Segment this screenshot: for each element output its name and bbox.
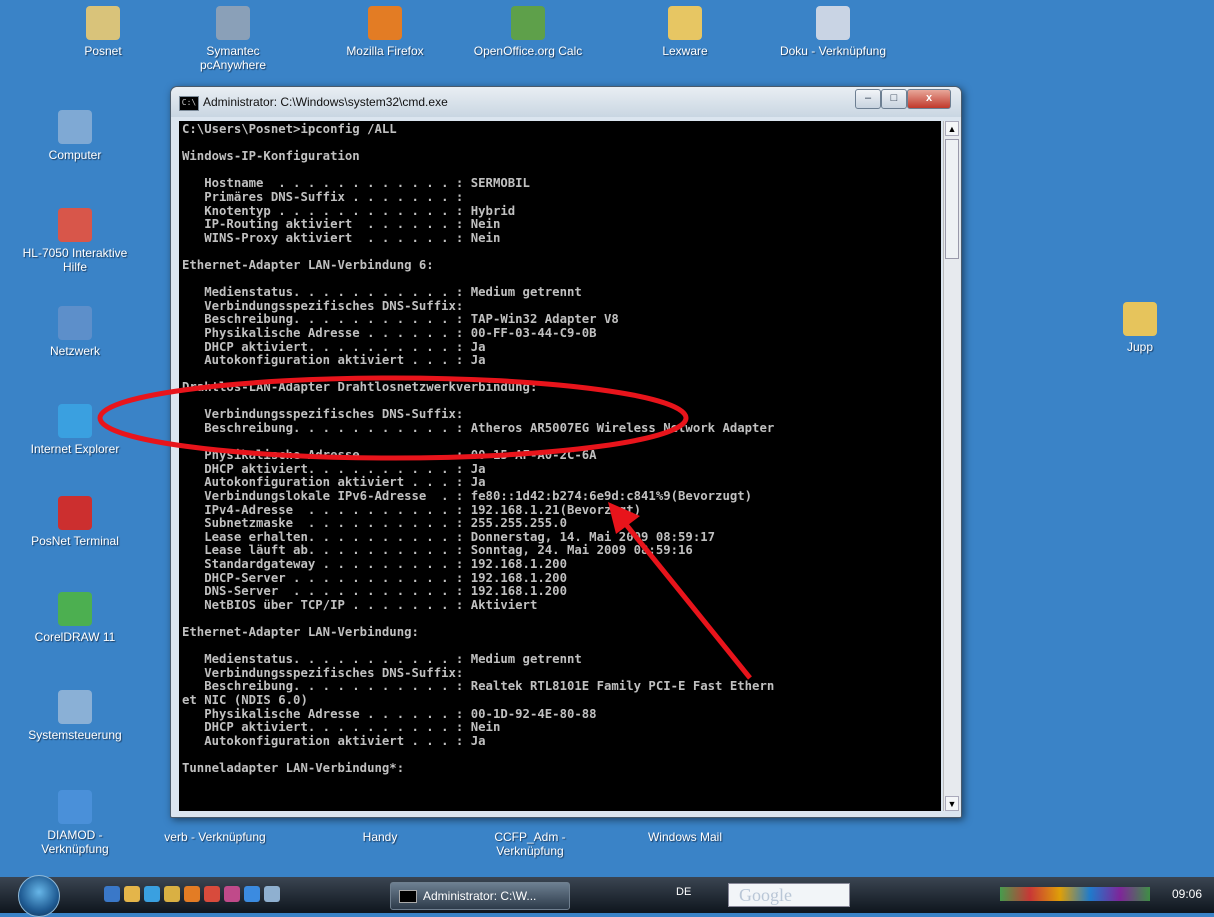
desktop-icon[interactable]: Posnet: [48, 6, 158, 58]
show-desktop-icon[interactable]: [104, 886, 120, 902]
desktop-icon[interactable]: Netzwerk: [20, 306, 130, 358]
vertical-scrollbar[interactable]: ▲ ▼: [943, 121, 960, 811]
search-toolbar[interactable]: Google: [728, 883, 850, 907]
desktop-icon[interactable]: HL-7050 Interaktive Hilfe: [20, 208, 130, 274]
desktop-icon[interactable]: Windows Mail: [630, 830, 740, 844]
quicklaunch-icon[interactable]: [264, 886, 280, 902]
quicklaunch-icon[interactable]: [164, 886, 180, 902]
start-button[interactable]: [18, 875, 60, 917]
scroll-thumb[interactable]: [945, 139, 959, 259]
desktop-icon-label: Internet Explorer: [30, 442, 120, 456]
desktop-icon[interactable]: Lexware: [630, 6, 740, 58]
desktop-icon-label: CCFP_Adm - Verknüpfung: [494, 830, 566, 858]
desktop-icon[interactable]: DIAMOD - Verknüpfung: [20, 790, 130, 856]
app-icon: [58, 404, 92, 438]
taskbar: Administrator: C:\W... DE Google 09:06: [0, 875, 1214, 917]
internet-explorer-icon[interactable]: [144, 886, 160, 902]
app-icon: [86, 6, 120, 40]
app-icon: [58, 592, 92, 626]
desktop-icon[interactable]: Handy: [325, 830, 435, 844]
cmd-window[interactable]: C:\ Administrator: C:\Windows\system32\c…: [170, 86, 962, 818]
firefox-icon[interactable]: [184, 886, 200, 902]
desktop-icon-label: PosNet Terminal: [31, 534, 119, 548]
quicklaunch-icon[interactable]: [224, 886, 240, 902]
desktop-icon-label: Jupp: [1126, 340, 1154, 354]
cmd-icon: C:\: [179, 96, 199, 111]
app-icon: [368, 6, 402, 40]
close-button[interactable]: x: [907, 89, 951, 109]
desktop-icon-label: Posnet: [84, 44, 122, 58]
console-text: C:\Users\Posnet>ipconfig /ALL Windows-IP…: [182, 122, 775, 775]
folder-icon: [1123, 302, 1157, 336]
window-titlebar[interactable]: C:\ Administrator: C:\Windows\system32\c…: [171, 87, 961, 117]
desktop-icon[interactable]: CCFP_Adm - Verknüpfung: [475, 830, 585, 858]
console-output[interactable]: C:\Users\Posnet>ipconfig /ALL Windows-IP…: [179, 121, 941, 811]
clock[interactable]: 09:06: [1172, 887, 1202, 901]
desktop-icon-label: Systemsteuerung: [28, 728, 122, 742]
desktop-icon-label: verb - Verknüpfung: [164, 830, 266, 844]
taskbar-button-label: Administrator: C:\W...: [423, 889, 537, 903]
scroll-up-icon[interactable]: ▲: [945, 121, 959, 136]
app-icon: [511, 6, 545, 40]
app-icon: [58, 496, 92, 530]
app-icon: [216, 6, 250, 40]
desktop-icon[interactable]: Mozilla Firefox: [330, 6, 440, 58]
desktop-icon[interactable]: Systemsteuerung: [20, 690, 130, 742]
maximize-button[interactable]: □: [881, 89, 907, 109]
quicklaunch-icon[interactable]: [244, 886, 260, 902]
desktop-icon[interactable]: verb - Verknüpfung: [160, 830, 270, 844]
desktop-icon-label: Handy: [362, 830, 398, 844]
tray-icons[interactable]: [1000, 887, 1150, 901]
quicklaunch-icon[interactable]: [124, 886, 140, 902]
language-indicator[interactable]: DE: [676, 886, 691, 898]
desktop-icon-label: Doku - Verknüpfung: [779, 44, 887, 58]
desktop-icon-label: Windows Mail: [647, 830, 722, 844]
app-icon: [58, 208, 92, 242]
app-icon: [58, 790, 92, 824]
desktop-icon-label: Symantec pcAnywhere: [199, 44, 267, 72]
desktop-icon-label: Netzwerk: [49, 344, 100, 358]
desktop-icon-label: Computer: [48, 148, 102, 162]
app-icon: [58, 690, 92, 724]
desktop-icon-label: OpenOffice.org Calc: [473, 44, 583, 58]
desktop-icon[interactable]: Computer: [20, 110, 130, 162]
desktop-icon[interactable]: Symantec pcAnywhere: [178, 6, 288, 72]
desktop-icon[interactable]: PosNet Terminal: [20, 496, 130, 548]
desktop-icon-label: CorelDRAW 11: [34, 630, 116, 644]
desktop-icon[interactable]: Doku - Verknüpfung: [778, 6, 888, 58]
desktop-icon[interactable]: Internet Explorer: [20, 404, 130, 456]
minimize-button[interactable]: –: [855, 89, 881, 109]
scroll-down-icon[interactable]: ▼: [945, 796, 959, 811]
desktop-icon[interactable]: OpenOffice.org Calc: [473, 6, 583, 58]
cmd-icon: [399, 890, 417, 904]
quicklaunch-icon[interactable]: [204, 886, 220, 902]
app-icon: [668, 6, 702, 40]
window-title: Administrator: C:\Windows\system32\cmd.e…: [203, 95, 448, 109]
desktop-icon[interactable]: CorelDRAW 11: [20, 592, 130, 644]
app-icon: [58, 306, 92, 340]
app-icon: [58, 110, 92, 144]
desktop-icon-jupp[interactable]: Jupp: [1085, 302, 1195, 354]
app-icon: [816, 6, 850, 40]
search-toolbar-text: Google: [739, 885, 792, 905]
desktop-icon-label: DIAMOD - Verknüpfung: [41, 828, 109, 856]
desktop-icon-label: Lexware: [662, 44, 708, 58]
desktop-icon-label: HL-7050 Interaktive Hilfe: [22, 246, 128, 274]
desktop-icon-label: Mozilla Firefox: [346, 44, 424, 58]
system-tray: [1000, 887, 1150, 904]
taskbar-button-cmd[interactable]: Administrator: C:\W...: [390, 882, 570, 910]
